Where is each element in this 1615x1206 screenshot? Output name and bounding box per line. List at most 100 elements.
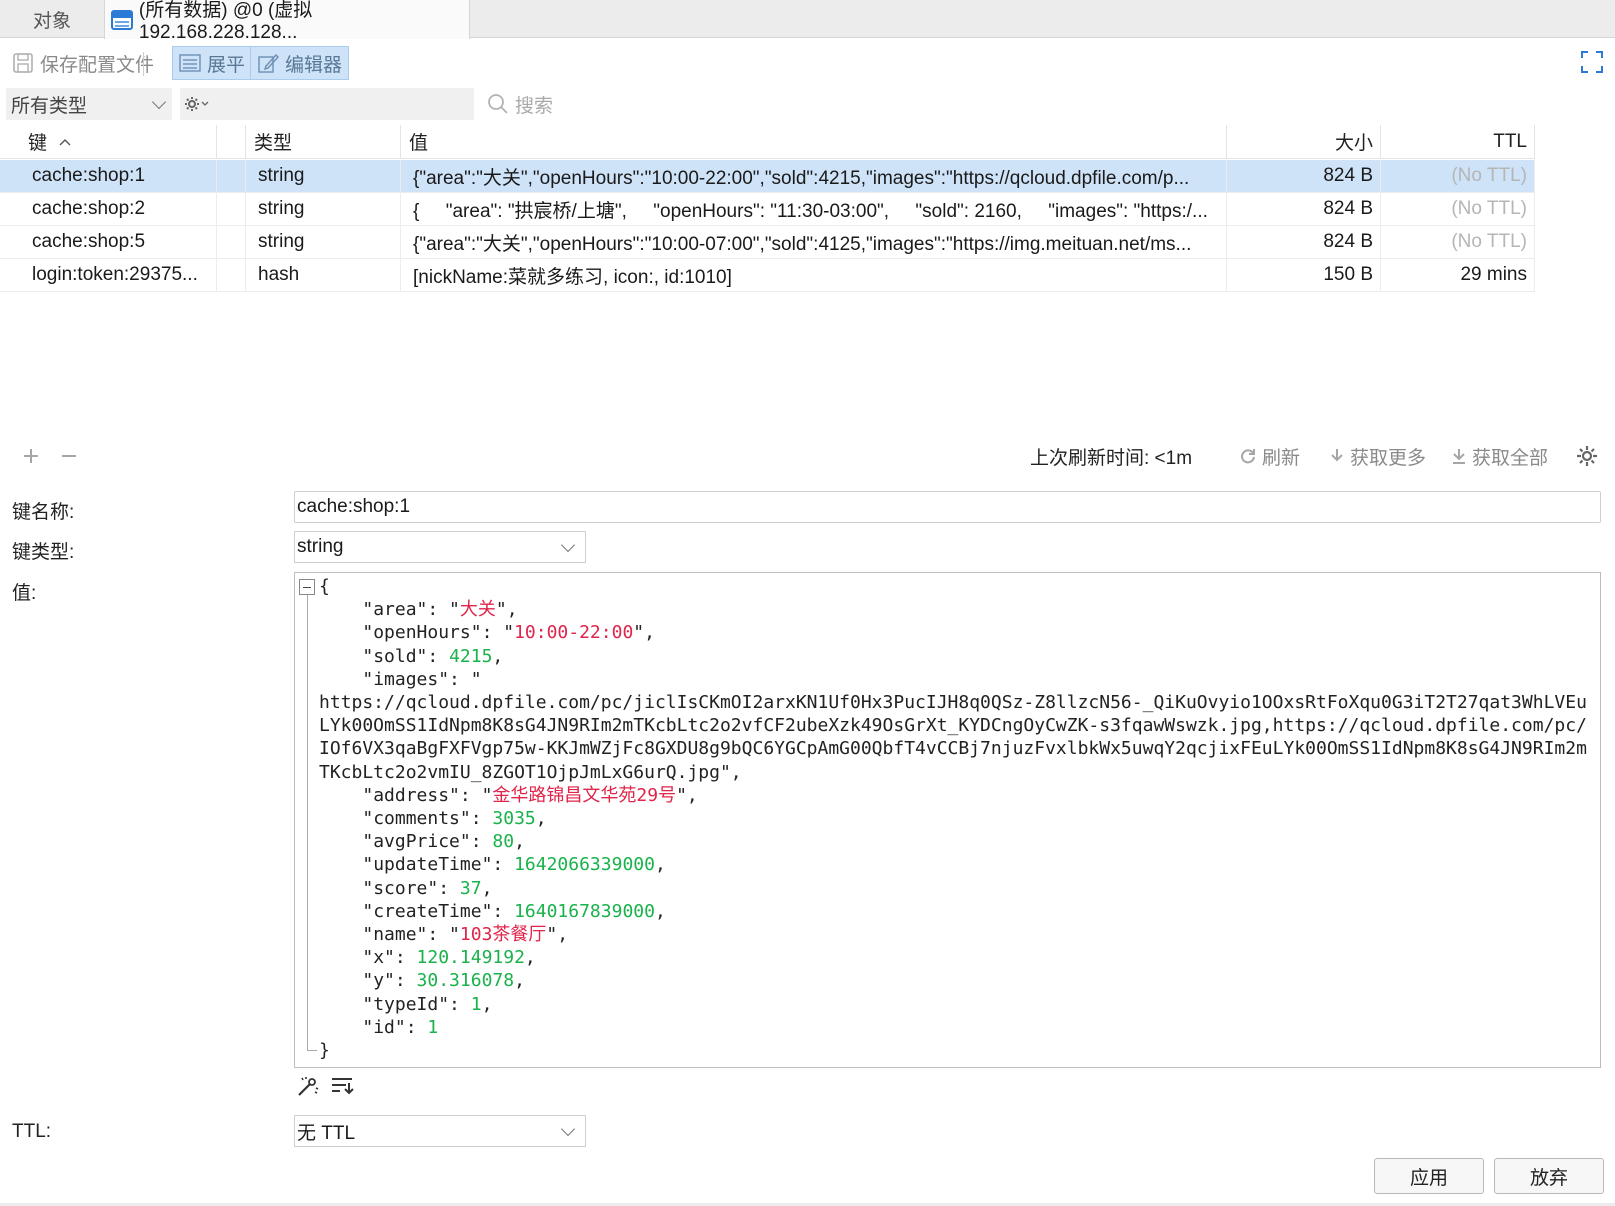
- json-score: 37: [459, 877, 482, 899]
- apply-button[interactable]: 应用: [1374, 1158, 1484, 1194]
- table-icon: [111, 9, 133, 30]
- search-box[interactable]: 搜索: [487, 88, 687, 120]
- flatten-label: 展平: [207, 54, 246, 76]
- table-row[interactable]: login:token:29375... hash [nickName:菜就多练…: [0, 259, 1535, 292]
- fetch-more-label: 获取更多: [1350, 447, 1427, 469]
- tab-data-view-label: (所有数据) @0 (虚拟192.168.228.128...: [138, 0, 313, 43]
- key-type-label: 键类型:: [12, 542, 75, 563]
- type-filter-value: 所有类型: [11, 95, 88, 117]
- row-type: string: [246, 193, 401, 226]
- row-size: 824 B: [1227, 160, 1381, 193]
- discard-button[interactable]: 放弃: [1494, 1158, 1604, 1194]
- fetch-more-button[interactable]: 获取更多: [1330, 436, 1426, 476]
- column-header-key[interactable]: 键: [0, 125, 217, 159]
- column-header-value[interactable]: 值: [401, 125, 1227, 159]
- row-value: {"area":"大关","openHours":"10:00-22:00","…: [401, 160, 1227, 193]
- wrap-icon[interactable]: [330, 1075, 354, 1097]
- row-ttl: (No TTL): [1381, 160, 1535, 193]
- tab-objects[interactable]: 对象: [0, 0, 104, 38]
- fetch-all-label: 获取全部: [1472, 447, 1549, 469]
- add-row-button[interactable]: [22, 436, 40, 476]
- json-address: 金华路锦昌文华苑29号: [492, 784, 677, 806]
- json-id: 1: [427, 1016, 439, 1038]
- json-avgprice: 80: [492, 831, 515, 853]
- filter-options-input[interactable]: [180, 88, 474, 120]
- ttl-label: TTL:: [12, 1121, 52, 1142]
- editor-label: 编辑器: [285, 54, 343, 76]
- json-updatetime: 1642066339000: [514, 854, 655, 876]
- value-label: 值:: [12, 583, 37, 604]
- key-type-select[interactable]: string: [294, 531, 586, 563]
- ttl-value: 无 TTL: [297, 1122, 356, 1144]
- column-header-key-label: 键: [28, 133, 48, 154]
- last-refresh-text: 上次刷新时间: <1m: [1030, 447, 1193, 469]
- table-row[interactable]: cache:shop:1 string {"area":"大关","openHo…: [0, 160, 1535, 193]
- row-gap: [217, 226, 246, 259]
- json-x: 120.149192: [416, 947, 525, 969]
- json-code[interactable]: { "area": "大关", "openHours": "10:00-22:0…: [319, 575, 1596, 1062]
- column-header-ttl[interactable]: TTL: [1381, 125, 1535, 159]
- json-sold: 4215: [449, 645, 493, 667]
- ttl-select[interactable]: 无 TTL: [294, 1115, 586, 1147]
- row-key: cache:shop:1: [0, 160, 217, 193]
- row-gap: [217, 259, 246, 292]
- editor-button[interactable]: 编辑器: [250, 46, 350, 80]
- type-filter-select[interactable]: 所有类型: [6, 88, 172, 120]
- row-type: hash: [246, 259, 401, 292]
- search-placeholder: 搜索: [515, 95, 554, 117]
- row-ttl: (No TTL): [1381, 226, 1535, 259]
- remove-icon: [62, 455, 76, 457]
- row-size: 824 B: [1227, 193, 1381, 226]
- remove-row-button[interactable]: [60, 436, 78, 476]
- row-ttl: 29 mins: [1381, 259, 1535, 292]
- fetch-all-button[interactable]: 获取全部: [1452, 436, 1548, 476]
- expand-icon[interactable]: [1580, 50, 1604, 74]
- json-y: 30.316078: [416, 970, 515, 992]
- fold-guide-end: [307, 1050, 317, 1051]
- column-header-size-label: 大小: [1334, 133, 1373, 154]
- row-key: cache:shop:2: [0, 193, 217, 226]
- add-icon: [24, 449, 38, 463]
- key-type-value: string: [297, 536, 344, 557]
- row-value: { "area": "拱宸桥/上塘", "openHours": "11:30-…: [401, 193, 1227, 226]
- json-area: 大关: [459, 599, 496, 621]
- flatten-icon: [179, 54, 201, 72]
- row-value: {"area":"大关","openHours":"10:00-07:00","…: [401, 226, 1227, 259]
- flatten-button[interactable]: 展平: [172, 46, 253, 80]
- chevron-down-icon: [560, 1121, 576, 1137]
- gear-icon[interactable]: [184, 95, 210, 113]
- column-header-type[interactable]: 类型: [246, 125, 401, 159]
- column-header-type-label: 类型: [254, 133, 293, 154]
- json-comments: 3035: [492, 808, 536, 830]
- search-icon: [488, 94, 508, 114]
- json-openhours: 10:00-22:00: [514, 622, 634, 644]
- editor-tools: [296, 1072, 366, 1100]
- fold-guide: [307, 595, 308, 1050]
- column-header-blank: [217, 125, 246, 159]
- download-icon: [1453, 449, 1465, 464]
- refresh-label: 刷新: [1262, 447, 1301, 469]
- table-row[interactable]: cache:shop:2 string { "area": "拱宸桥/上塘", …: [0, 193, 1535, 226]
- sort-asc-icon: [59, 138, 71, 145]
- format-icon[interactable]: [296, 1075, 320, 1097]
- json-images: https://qcloud.dpfile.com/pc/jiclIsCKmOI…: [319, 692, 1587, 783]
- key-name-label: 键名称:: [12, 502, 75, 523]
- tab-data-view[interactable]: (所有数据) @0 (虚拟192.168.228.128...: [104, 0, 470, 43]
- row-key: cache:shop:5: [0, 226, 217, 259]
- toolbar-divider: [143, 52, 144, 76]
- value-editor[interactable]: { "area": "大关", "openHours": "10:00-22:0…: [294, 572, 1601, 1068]
- refresh-button[interactable]: 刷新: [1240, 436, 1300, 476]
- save-profile-label: 保存配置文件: [40, 54, 155, 76]
- json-typeid: 1: [470, 993, 482, 1015]
- save-profile-button[interactable]: 保存配置文件: [6, 46, 160, 80]
- chevron-down-icon: [560, 537, 576, 553]
- table-row[interactable]: cache:shop:5 string {"area":"大关","openHo…: [0, 226, 1535, 259]
- fold-toggle-icon[interactable]: [299, 579, 315, 595]
- column-header-size[interactable]: 大小: [1227, 125, 1381, 159]
- row-size: 150 B: [1227, 259, 1381, 292]
- key-name-input[interactable]: cache:shop:1: [294, 491, 1601, 523]
- row-ttl: (No TTL): [1381, 193, 1535, 226]
- json-name: 103茶餐厅: [459, 924, 547, 946]
- row-size: 824 B: [1227, 226, 1381, 259]
- gear-icon[interactable]: [1576, 445, 1598, 467]
